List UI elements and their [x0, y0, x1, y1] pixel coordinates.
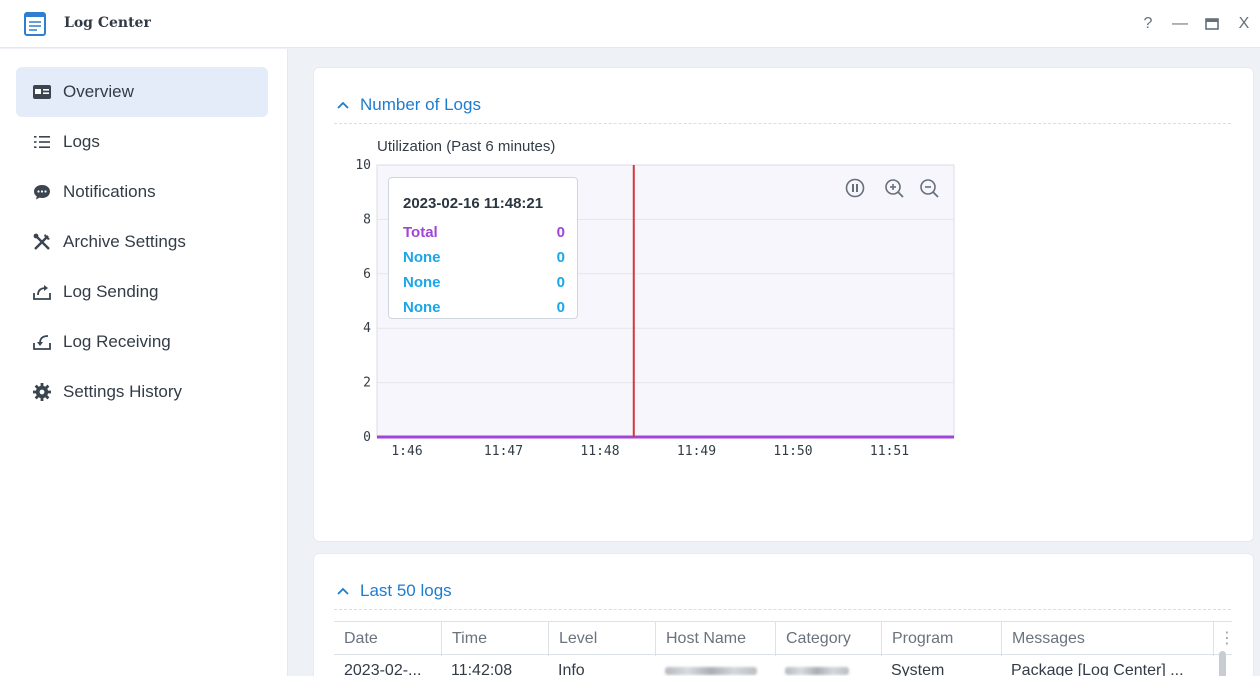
tooltip-label: None [403, 274, 441, 291]
column-level[interactable]: Level [548, 622, 655, 656]
column-category[interactable]: Category [775, 622, 881, 656]
chevron-up-icon [337, 587, 349, 595]
pause-icon[interactable] [844, 177, 866, 199]
sidebar-item-notifications[interactable]: Notifications [16, 167, 268, 217]
tooltip-label: Total [403, 224, 438, 241]
sidebar-item-label: Notifications [63, 182, 156, 201]
download-icon [33, 335, 51, 350]
cell-level: Info [558, 662, 585, 676]
sidebar-item-label: Overview [63, 82, 134, 101]
cell-host-name-redacted [655, 655, 775, 676]
x-tick-label: 11:48 [580, 444, 619, 459]
sidebar-item-archive-settings[interactable]: Archive Settings [16, 217, 268, 267]
column-time[interactable]: Time [441, 622, 548, 656]
zoom-out-icon[interactable] [918, 177, 940, 199]
zoom-in-icon[interactable] [883, 177, 905, 199]
y-tick-label: 2 [363, 376, 371, 391]
minimize-button[interactable]: — [1168, 12, 1192, 36]
cell-message: Package [Log Center] ... [1011, 662, 1184, 676]
tooltip-time: 2023-02-16 11:48:21 [403, 195, 544, 212]
sidebar-item-label: Logs [63, 132, 100, 151]
y-tick-label: 10 [355, 158, 371, 173]
tooltip-value: 0 [556, 249, 565, 266]
overview-icon [33, 85, 51, 99]
sidebar-item-label: Archive Settings [63, 232, 186, 251]
sidebar-item-label: Settings History [63, 382, 183, 401]
tools-icon [33, 233, 50, 250]
y-tick-label: 8 [363, 212, 371, 227]
help-button[interactable]: ? [1136, 12, 1160, 36]
tooltip-row: None 0 [403, 299, 565, 316]
y-tick-label: 4 [363, 321, 371, 336]
sidebar-item-label: Log Receiving [63, 332, 171, 351]
title-bar: Log Center ? — X [0, 0, 1260, 48]
x-tick-label: 11:47 [484, 444, 523, 459]
table-scrollbar[interactable] [1219, 651, 1226, 676]
sidebar-item-log-receiving[interactable]: Log Receiving [16, 317, 268, 367]
sidebar: Overview Logs Notifications Archive Sett… [0, 49, 288, 676]
maximize-icon [1205, 18, 1219, 30]
list-icon [34, 136, 50, 148]
table-header: Date Time Level Host Name Category Progr… [334, 621, 1235, 656]
y-tick-label: 6 [363, 267, 371, 282]
x-tick-label: 11:49 [677, 444, 716, 459]
window-title: Log Center [64, 15, 151, 31]
sidebar-item-settings-history[interactable]: Settings History [16, 367, 268, 417]
column-messages[interactable]: Messages [1001, 622, 1213, 656]
panel-title: Last 50 logs [360, 581, 452, 600]
tooltip-label: None [403, 249, 441, 266]
x-tick-label: 11:51 [870, 444, 909, 459]
chat-bubble-icon [34, 185, 50, 200]
tooltip-row: None 0 [403, 249, 565, 266]
number-of-logs-panel: Number of Logs Utilization (Past 6 minut… [313, 67, 1254, 542]
last-logs-panel: Last 50 logs Date Time Level Host Name C… [313, 553, 1254, 676]
cell-category-redacted [775, 655, 881, 676]
column-program[interactable]: Program [881, 622, 1001, 656]
cell-date: 2023-02-... [344, 662, 422, 676]
sidebar-item-overview[interactable]: Overview [16, 67, 268, 117]
tooltip-value: 0 [556, 224, 565, 241]
log-center-app-icon [24, 12, 46, 36]
upload-icon [33, 285, 51, 300]
cell-time: 11:42:08 [451, 662, 513, 676]
maximize-button[interactable] [1200, 12, 1224, 36]
gear-icon [33, 383, 51, 401]
column-date[interactable]: Date [334, 622, 441, 656]
sidebar-item-log-sending[interactable]: Log Sending [16, 267, 268, 317]
last-logs-header[interactable]: Last 50 logs [336, 571, 452, 611]
cell-program: System [891, 662, 945, 676]
divider [334, 609, 1231, 610]
sidebar-item-logs[interactable]: Logs [16, 117, 268, 167]
sidebar-item-label: Log Sending [63, 282, 159, 301]
tooltip-row: Total 0 [403, 224, 565, 241]
close-button[interactable]: X [1232, 12, 1256, 36]
tooltip-value: 0 [556, 274, 565, 291]
chart-tooltip: 2023-02-16 11:48:21 Total 0 None 0 None … [388, 177, 578, 319]
tooltip-label: None [403, 299, 441, 316]
tooltip-value: 0 [556, 299, 565, 316]
tooltip-row: None 0 [403, 274, 565, 291]
x-tick-label: 11:50 [773, 444, 812, 459]
column-host-name[interactable]: Host Name [655, 622, 775, 656]
y-tick-label: 0 [363, 430, 371, 445]
x-tick-label: 1:46 [391, 444, 422, 459]
